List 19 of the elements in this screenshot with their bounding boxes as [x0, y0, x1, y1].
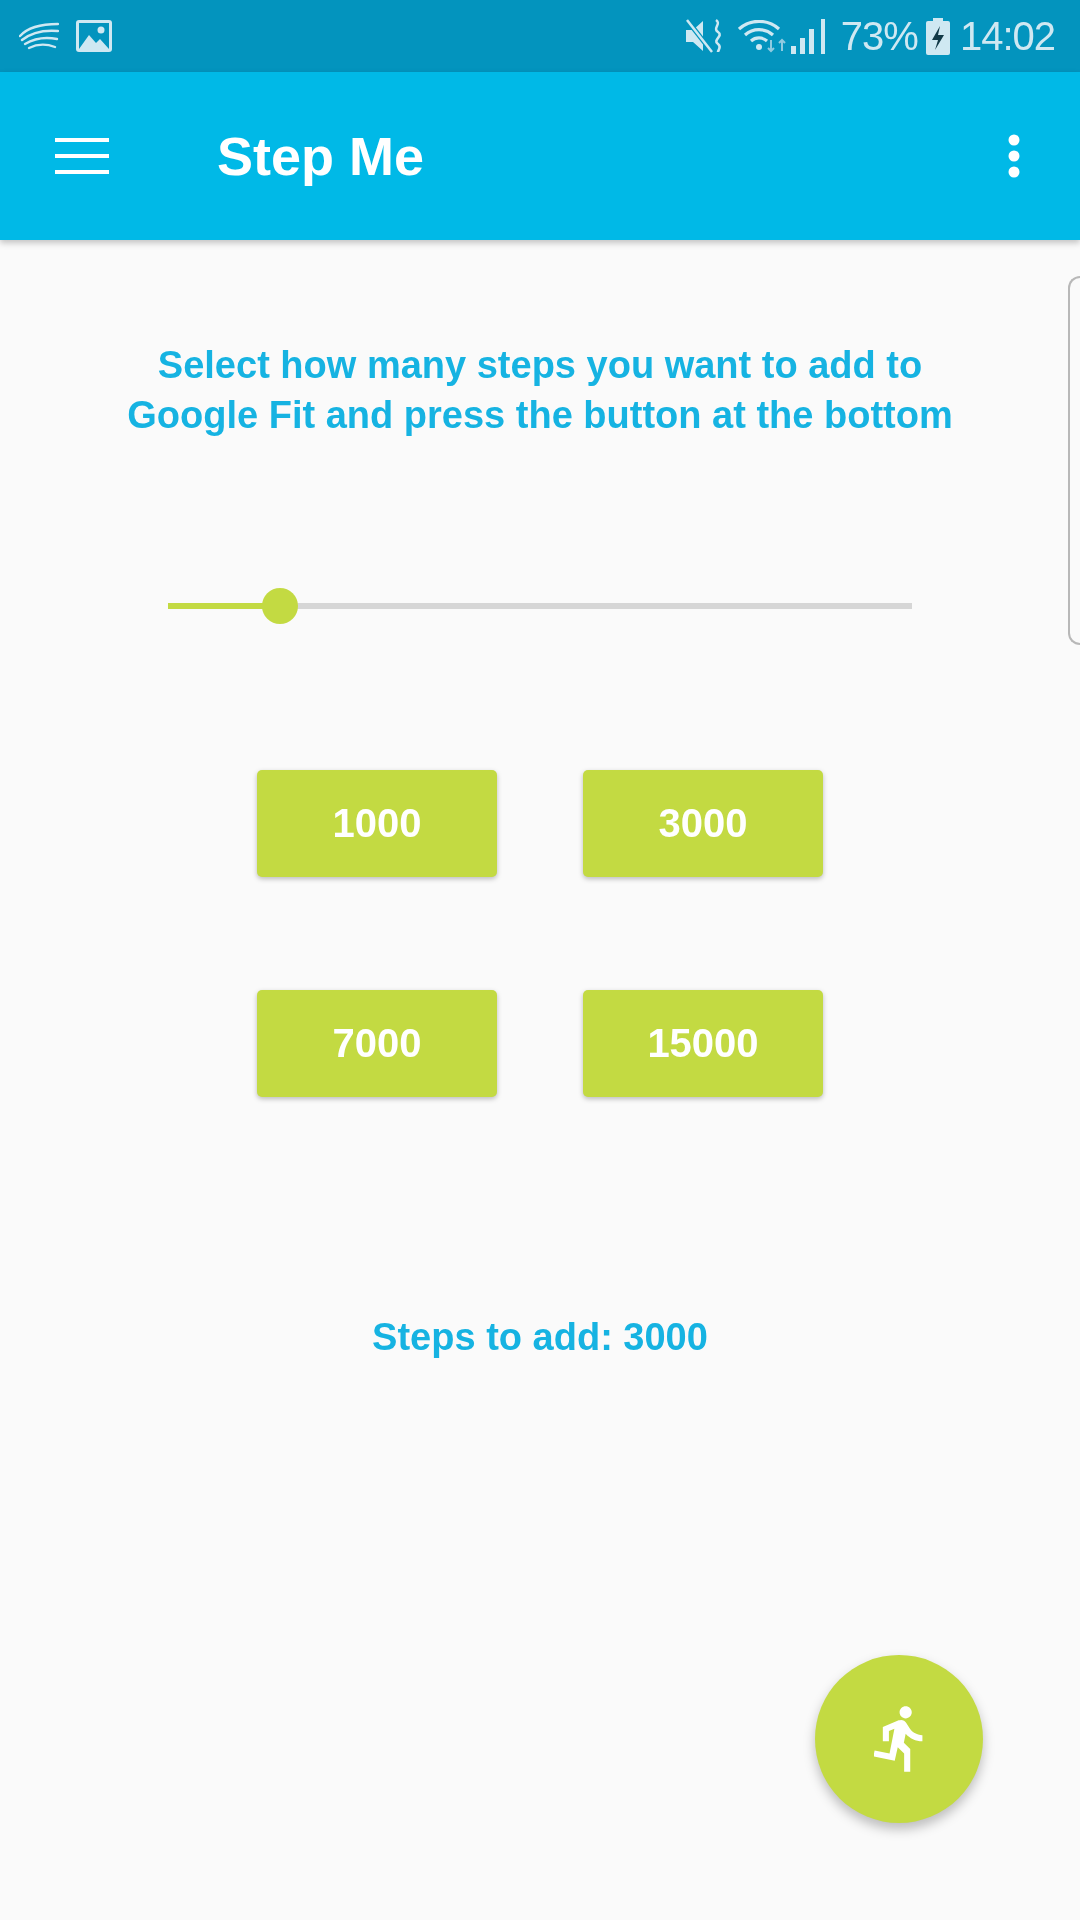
app-title: Step Me — [217, 125, 425, 188]
clock-time: 14:02 — [959, 13, 1055, 59]
steps-to-add-label: Steps to add: 3000 — [372, 1315, 708, 1360]
swoosh-icon — [19, 22, 59, 50]
wifi-icon — [737, 19, 788, 53]
menu-icon[interactable] — [55, 138, 109, 174]
image-icon — [76, 20, 112, 52]
step-button[interactable]: 1000 — [257, 770, 497, 877]
running-person-icon — [874, 1705, 924, 1773]
more-options-icon[interactable] — [1008, 134, 1020, 178]
battery-percentage: 73% — [840, 13, 918, 59]
instruction-text: Select how many steps you want to add to Google Fit and press the button at the bottom — [126, 343, 954, 438]
edge-panel-handle[interactable] — [1068, 276, 1080, 645]
slider-thumb[interactable] — [261, 588, 298, 624]
step-button[interactable]: 15000 — [583, 990, 823, 1097]
step-button[interactable]: 3000 — [583, 770, 823, 877]
battery-charging-icon — [925, 17, 950, 55]
mute-icon — [683, 18, 724, 54]
step-button[interactable]: 7000 — [257, 990, 497, 1097]
